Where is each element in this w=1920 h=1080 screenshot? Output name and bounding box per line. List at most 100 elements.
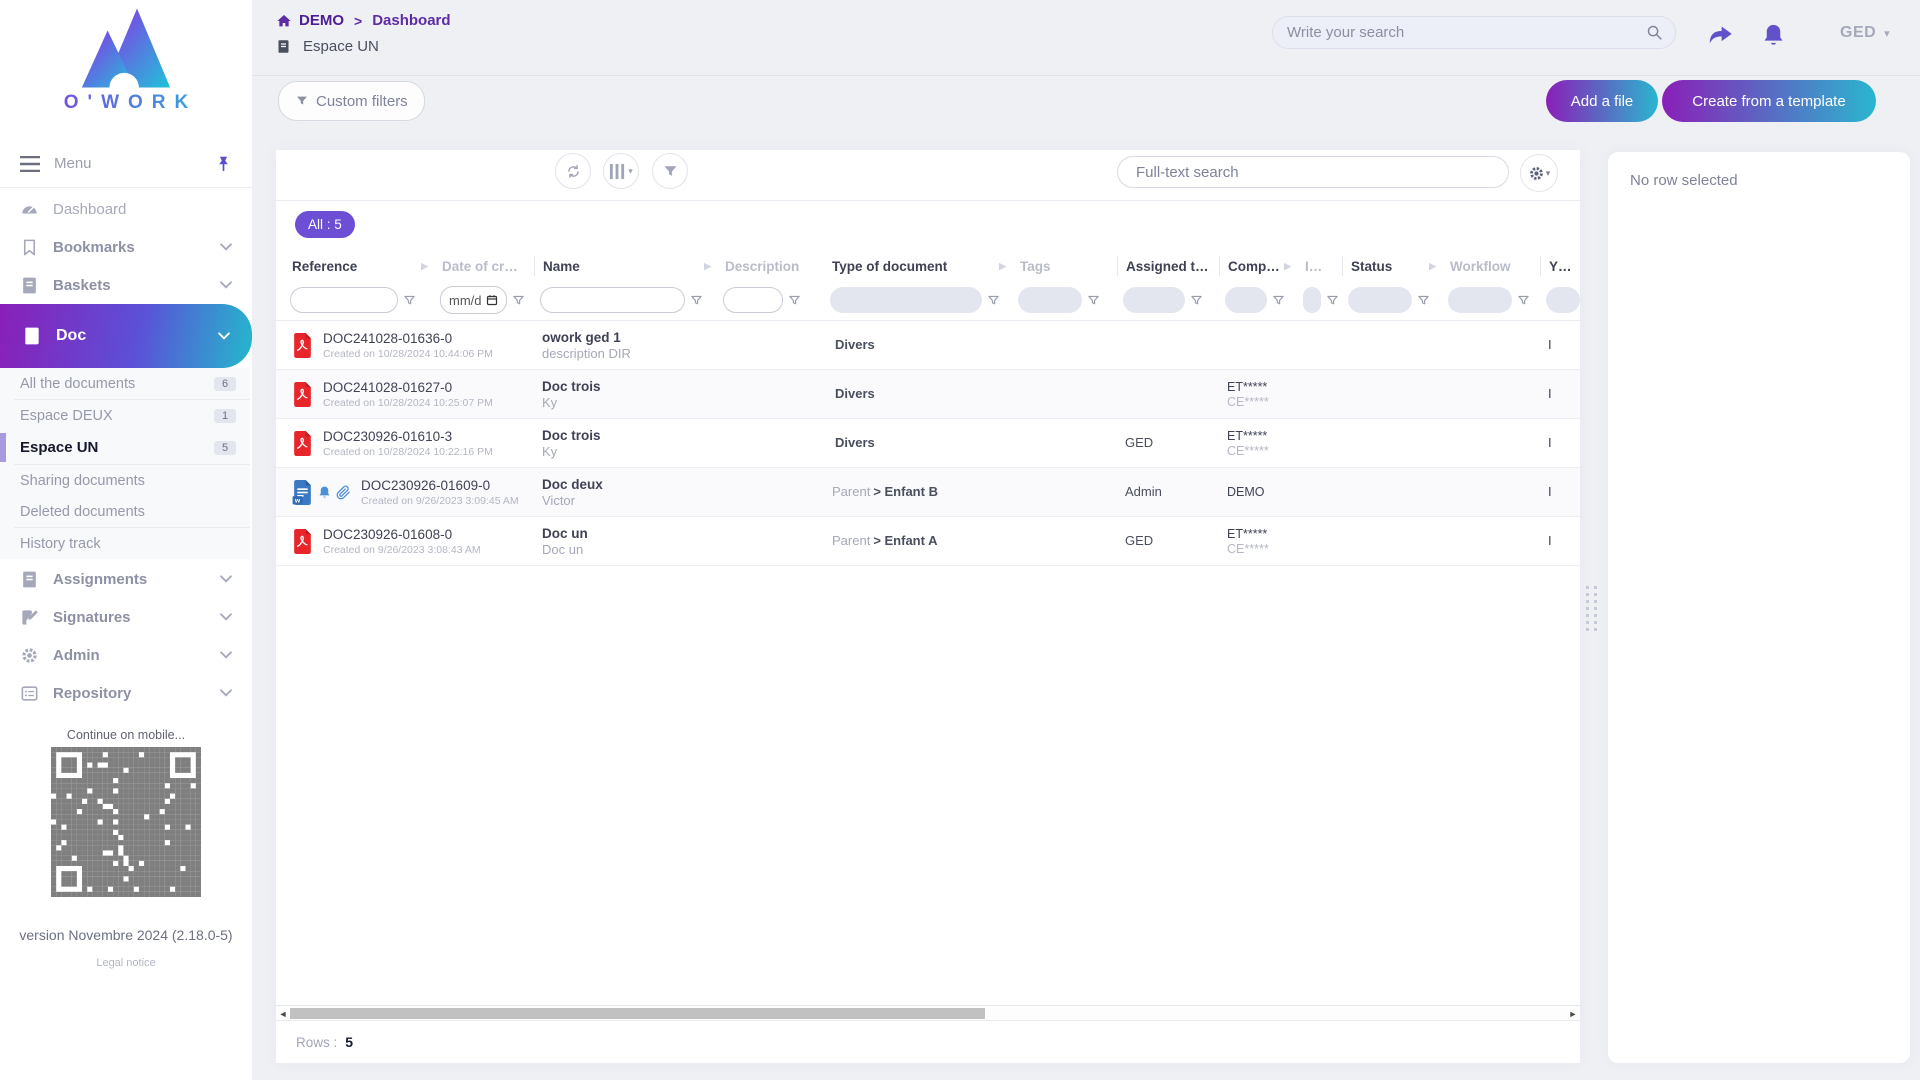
filter-funnel-icon[interactable] — [1272, 294, 1285, 307]
search-icon[interactable] — [1646, 24, 1663, 41]
app-logo: O'WORK — [0, 6, 252, 114]
filter-description-input[interactable] — [723, 287, 783, 313]
column-header-status[interactable]: Status▶ — [1342, 256, 1442, 276]
submenu-espace-un-selected[interactable]: Espace UN 5 — [0, 431, 250, 464]
sidebar-item-signatures[interactable]: Signatures — [0, 598, 252, 636]
column-header-reference[interactable]: Reference▶ — [284, 256, 434, 276]
notification-bell-icon — [317, 485, 332, 500]
sidebar-item-baskets[interactable]: Baskets — [0, 266, 252, 304]
breadcrumb-page[interactable]: Dashboard — [372, 12, 450, 29]
column-header-assigned[interactable]: Assigned t… — [1117, 256, 1219, 276]
calendar-icon[interactable] — [486, 294, 498, 306]
legal-notice-link[interactable]: Legal notice — [0, 957, 252, 969]
scrollbar-thumb[interactable] — [290, 1008, 985, 1019]
table-row[interactable]: DOC230926-01609-0 Created on 9/26/2023 3… — [276, 468, 1580, 517]
filter-i-input[interactable] — [1303, 287, 1321, 313]
sort-arrow-icon[interactable]: ▶ — [999, 261, 1008, 272]
home-icon[interactable] — [276, 13, 292, 29]
sort-arrow-icon[interactable]: ▶ — [1429, 261, 1438, 272]
submenu-all-documents[interactable]: All the documents 6 — [0, 368, 250, 399]
sidebar-item-repository[interactable]: Repository — [0, 674, 252, 712]
breadcrumb-root[interactable]: DEMO — [299, 12, 344, 29]
scroll-right-arrow-icon[interactable]: ► — [1566, 1009, 1580, 1019]
filter-type-input[interactable] — [830, 287, 982, 313]
sort-arrow-icon[interactable]: ▶ — [1284, 261, 1293, 272]
chevron-down-icon: ▾ — [1546, 168, 1551, 179]
share-icon[interactable] — [1707, 22, 1734, 49]
filter-funnel-icon[interactable] — [403, 294, 416, 307]
table-row[interactable]: DOC241028-01627-0 Created on 10/28/2024 … — [276, 370, 1580, 419]
filter-completion-input[interactable] — [1225, 287, 1267, 313]
filter-funnel-icon[interactable] — [512, 294, 525, 307]
column-header-y[interactable]: Y… — [1540, 256, 1580, 276]
sort-arrow-icon[interactable]: ▶ — [421, 261, 430, 272]
sidebar-item-doc-active[interactable]: Doc — [0, 304, 252, 368]
gauge-icon — [20, 200, 39, 219]
scroll-left-arrow-icon[interactable]: ◄ — [276, 1009, 290, 1019]
hamburger-icon[interactable] — [20, 156, 40, 172]
grid-settings-button[interactable]: ▾ — [1520, 154, 1558, 192]
document-name: Doc trois — [542, 428, 713, 443]
notifications-bell-icon[interactable] — [1760, 22, 1787, 49]
sort-arrow-icon[interactable]: ▶ — [704, 261, 713, 272]
create-from-template-button[interactable]: Create from a template — [1662, 80, 1876, 122]
filter-funnel-icon[interactable] — [1517, 294, 1530, 307]
global-search-input[interactable] — [1285, 23, 1646, 42]
filter-funnel-icon[interactable] — [1190, 294, 1203, 307]
table-body: DOC241028-01636-0 Created on 10/28/2024 … — [276, 321, 1580, 566]
column-header-description[interactable]: Description — [717, 256, 824, 276]
no-row-selected-text: No row selected — [1608, 152, 1910, 209]
column-header-workflow[interactable]: Workflow — [1442, 256, 1540, 276]
sidebar-item-label: Baskets — [53, 277, 220, 294]
submenu-label: History track — [20, 536, 236, 552]
filter-funnel-icon[interactable] — [987, 294, 1000, 307]
sidebar: O'WORK Menu Dashboard Bookmarks Baskets … — [0, 0, 252, 1080]
add-file-button[interactable]: Add a file — [1546, 80, 1658, 122]
column-header-i[interactable]: I… — [1297, 256, 1342, 276]
sidebar-item-dashboard[interactable]: Dashboard — [0, 190, 252, 228]
table-row[interactable]: DOC230926-01610-3 Created on 10/28/2024 … — [276, 419, 1580, 468]
column-header-completion[interactable]: Comp…▶ — [1219, 256, 1297, 276]
filter-funnel-icon[interactable] — [788, 294, 801, 307]
filter-date-input[interactable]: mm/d — [440, 286, 507, 314]
refresh-button[interactable] — [555, 153, 591, 189]
table-row[interactable]: DOC241028-01636-0 Created on 10/28/2024 … — [276, 321, 1580, 370]
fulltext-search-input[interactable] — [1134, 163, 1492, 182]
filter-button[interactable] — [652, 153, 688, 189]
column-header-name[interactable]: Name▶ — [534, 256, 717, 276]
filter-funnel-icon[interactable] — [1087, 294, 1100, 307]
filter-y-input[interactable] — [1546, 287, 1580, 313]
chevron-down-icon — [220, 575, 232, 583]
table-row[interactable]: DOC230926-01608-0 Created on 9/26/2023 3… — [276, 517, 1580, 566]
column-header-date[interactable]: Date of cr… — [434, 256, 534, 276]
horizontal-scrollbar[interactable]: ◄ ► — [276, 1005, 1580, 1021]
sidebar-item-bookmarks[interactable]: Bookmarks — [0, 228, 252, 266]
filter-funnel-icon[interactable] — [1417, 294, 1430, 307]
table-filter-row: mm/d — [284, 282, 1580, 318]
sidebar-item-assignments[interactable]: Assignments — [0, 560, 252, 598]
filter-name-input[interactable] — [540, 287, 685, 313]
panel-resize-handle[interactable] — [1586, 586, 1598, 631]
filter-tags-input[interactable] — [1018, 287, 1082, 313]
filter-funnel-icon[interactable] — [1326, 294, 1339, 307]
submenu-sharing-documents[interactable]: Sharing documents — [0, 465, 250, 496]
results-count-chip[interactable]: All : 5 — [295, 211, 355, 238]
custom-filters-button[interactable]: Custom filters — [278, 81, 425, 121]
submenu-espace-deux[interactable]: Espace DEUX 1 — [0, 400, 250, 431]
column-header-tags[interactable]: Tags — [1012, 256, 1117, 276]
scrollbar-track[interactable] — [290, 1007, 1566, 1020]
column-header-type[interactable]: Type of document▶ — [824, 256, 1012, 276]
account-menu[interactable]: GED ▾ — [1840, 24, 1890, 42]
filter-workflow-input[interactable] — [1448, 287, 1512, 313]
filter-status-input[interactable] — [1348, 287, 1412, 313]
pin-sidebar-icon[interactable] — [215, 155, 232, 172]
submenu-label: Deleted documents — [20, 504, 236, 520]
filter-reference-input[interactable] — [290, 287, 398, 313]
type-of-document: Divers — [835, 435, 875, 450]
submenu-history-track[interactable]: History track — [0, 528, 250, 559]
submenu-deleted-documents[interactable]: Deleted documents — [0, 496, 250, 527]
sidebar-item-admin[interactable]: Admin — [0, 636, 252, 674]
filter-funnel-icon[interactable] — [690, 294, 703, 307]
columns-button[interactable]: ▾ — [603, 153, 639, 189]
filter-assigned-input[interactable] — [1123, 287, 1185, 313]
